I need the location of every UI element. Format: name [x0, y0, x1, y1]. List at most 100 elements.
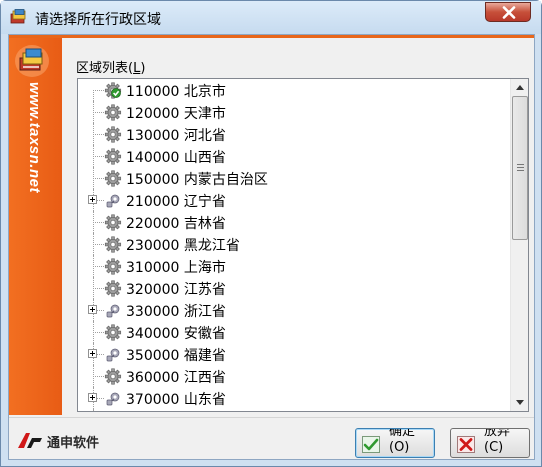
region-code: 230000 [126, 238, 180, 254]
tree-branch-line [93, 112, 104, 113]
tree-item-120000[interactable]: 120000 天津市 [78, 101, 510, 123]
tree-item-label: 370000 山东省 [126, 389, 226, 409]
tree-item-370000[interactable]: 370000 山东省 [78, 387, 510, 409]
region-tree[interactable]: 110000 北京市 120000 天津市 130000 河北省 140000 山西省… [77, 78, 529, 412]
expand-plus-icon[interactable] [88, 393, 97, 402]
ok-button-label: 确定 (O) [389, 428, 416, 455]
tree-item-330000[interactable]: 330000 浙江省 [78, 299, 510, 321]
x-icon [457, 436, 475, 453]
tree-item-340000[interactable]: 340000 安徽省 [78, 321, 510, 343]
region-code: 140000 [126, 150, 180, 166]
region-code: 120000 [126, 106, 180, 122]
dialog-window: 请选择所在行政区域 www.taxsn.net 区域列表(L) 110000 北… [0, 0, 542, 467]
region-name: 江西省 [183, 370, 226, 386]
gear-icon [104, 104, 122, 121]
tree-item-label: 230000 黑龙江省 [126, 235, 240, 255]
brand-logo-icon [17, 432, 43, 449]
tree-viewport: 110000 北京市 120000 天津市 130000 河北省 140000 山西省… [78, 79, 510, 411]
close-icon [502, 6, 516, 19]
vertical-scrollbar[interactable] [510, 79, 528, 411]
tree-item-label: 210000 辽宁省 [126, 191, 226, 211]
region-code: 310000 [126, 260, 180, 276]
list-label: 区域列表(L) [76, 61, 146, 76]
cancel-button-label: 放弃 (C) [484, 428, 511, 455]
book-icon [10, 9, 28, 25]
tree-item-410000[interactable]: 410000 河南省 [78, 409, 510, 411]
window-title: 请选择所在行政区域 [35, 12, 161, 28]
tree-item-label: 140000 山西省 [126, 147, 226, 167]
region-code: 360000 [126, 370, 180, 386]
scroll-down-button[interactable] [511, 394, 528, 411]
region-code: 330000 [126, 304, 180, 320]
region-code: 350000 [126, 348, 180, 364]
tree-branch-line [93, 376, 104, 377]
ok-button[interactable]: 确定 (O) [355, 428, 435, 458]
region-name: 福建省 [183, 348, 226, 364]
region-name: 安徽省 [183, 326, 226, 342]
tree-item-360000[interactable]: 360000 江西省 [78, 365, 510, 387]
title-bar[interactable]: 请选择所在行政区域 [1, 1, 541, 34]
gear-check-icon [104, 82, 122, 99]
tree-item-150000[interactable]: 150000 内蒙古自治区 [78, 167, 510, 189]
gear-icon [104, 368, 122, 385]
tree-branch-line [93, 134, 104, 135]
arrow-down-icon [516, 400, 524, 405]
tree-item-label: 120000 天津市 [126, 103, 226, 123]
arrow-up-icon [516, 85, 524, 90]
region-code: 130000 [126, 128, 180, 144]
tree-item-130000[interactable]: 130000 河北省 [78, 123, 510, 145]
tree-branch-line [93, 244, 104, 245]
region-name: 黑龙江省 [183, 238, 240, 254]
tree-item-label: 130000 河北省 [126, 125, 226, 145]
gear-node-icon [104, 390, 122, 407]
gear-icon [104, 258, 122, 275]
tree-item-320000[interactable]: 320000 江苏省 [78, 277, 510, 299]
tree-branch-line [93, 266, 104, 267]
tree-branch-line [93, 288, 104, 289]
expand-plus-icon[interactable] [88, 195, 97, 204]
tree-item-220000[interactable]: 220000 吉林省 [78, 211, 510, 233]
expand-plus-icon[interactable] [88, 349, 97, 358]
tree-item-label: 330000 浙江省 [126, 301, 226, 321]
gear-icon [104, 170, 122, 187]
tree-item-230000[interactable]: 230000 黑龙江省 [78, 233, 510, 255]
tree-item-210000[interactable]: 210000 辽宁省 [78, 189, 510, 211]
region-name: 天津市 [183, 106, 226, 122]
tree-item-label: 150000 内蒙古自治区 [126, 169, 268, 189]
tree-item-140000[interactable]: 140000 山西省 [78, 145, 510, 167]
region-name: 吉林省 [183, 216, 226, 232]
tree-item-310000[interactable]: 310000 上海市 [78, 255, 510, 277]
tree-item-110000[interactable]: 110000 北京市 [78, 79, 510, 101]
tree-connector-line [93, 409, 94, 411]
region-code: 370000 [126, 392, 180, 408]
close-button[interactable] [485, 2, 531, 22]
gear-icon [104, 280, 122, 297]
tree-item-label: 340000 安徽省 [126, 323, 226, 343]
region-code: 220000 [126, 216, 180, 232]
gear-node-icon [104, 192, 122, 209]
region-name: 河北省 [183, 128, 226, 144]
region-code: 340000 [126, 326, 180, 342]
tree-connector-line [93, 90, 94, 101]
region-name: 辽宁省 [183, 194, 226, 210]
scroll-thumb[interactable] [512, 96, 528, 240]
tree-item-label: 310000 上海市 [126, 257, 226, 277]
scroll-up-button[interactable] [511, 79, 528, 96]
region-name: 江苏省 [183, 282, 226, 298]
gear-icon [104, 148, 122, 165]
region-code: 210000 [126, 194, 180, 210]
gear-node-icon [104, 346, 122, 363]
gear-icon [104, 324, 122, 341]
region-name: 山东省 [183, 392, 226, 408]
region-code: 320000 [126, 282, 180, 298]
tree-branch-line [93, 178, 104, 179]
tree-item-350000[interactable]: 350000 福建省 [78, 343, 510, 365]
expand-plus-icon[interactable] [88, 305, 97, 314]
side-url-text: www.taxsn.net [26, 82, 43, 193]
gear-icon [104, 236, 122, 253]
region-name: 内蒙古自治区 [183, 172, 268, 188]
tree-item-label: 350000 福建省 [126, 345, 226, 365]
tree-branch-line [93, 156, 104, 157]
tree-item-label: 110000 北京市 [126, 81, 226, 101]
cancel-button[interactable]: 放弃 (C) [450, 428, 530, 458]
